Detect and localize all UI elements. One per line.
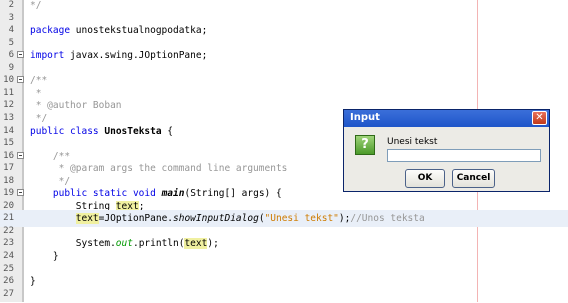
fold-toggle-icon[interactable] (17, 76, 24, 84)
ok-button[interactable]: OK (405, 169, 445, 188)
text-input[interactable] (387, 149, 541, 162)
question-icon: ? (355, 135, 375, 155)
prompt-label: Unesi tekst (387, 137, 438, 147)
line-number: 27 (3, 288, 14, 299)
cancel-button[interactable]: Cancel (452, 169, 495, 188)
close-icon[interactable]: ✕ (532, 111, 547, 125)
dialog-title: Input (350, 112, 380, 123)
dialog-titlebar[interactable]: Input ✕ (344, 110, 549, 127)
code-line[interactable]: 27 (0, 286, 568, 303)
fold-toggle-icon[interactable] (17, 151, 24, 159)
input-dialog: Input ✕ ? Unesi tekst OK Cancel (343, 109, 550, 192)
fold-toggle-icon[interactable] (17, 51, 24, 59)
fold-toggle-icon[interactable] (17, 189, 24, 197)
